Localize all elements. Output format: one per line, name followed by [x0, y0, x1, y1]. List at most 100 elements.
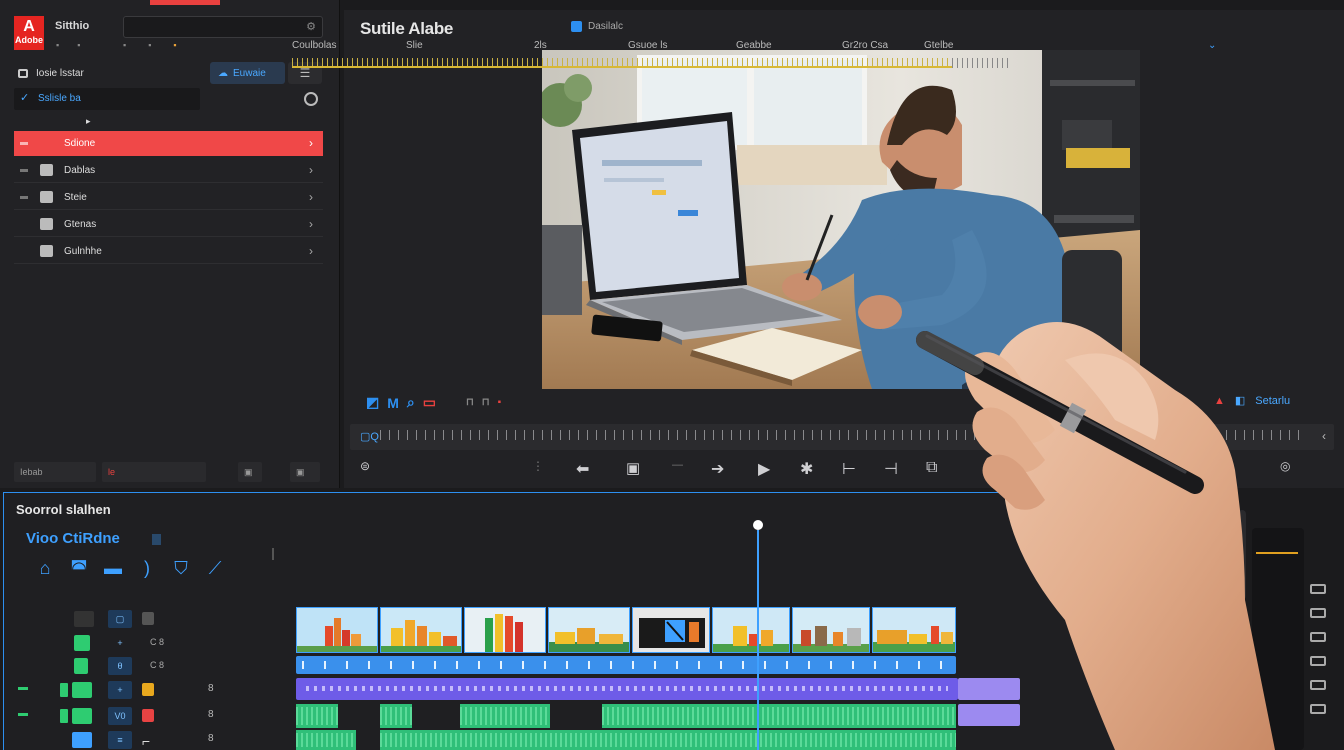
video-clip[interactable] [380, 607, 462, 653]
add-icon[interactable]: + [108, 634, 132, 652]
marker-icon[interactable]: ⊓ [466, 397, 474, 408]
playhead-handle[interactable] [753, 520, 763, 530]
marker-icon[interactable] [1310, 608, 1326, 618]
bracket-icon[interactable]: ⊓ [482, 397, 490, 408]
video-clip[interactable] [296, 607, 378, 653]
track-header-v2[interactable]: + C 8 [10, 633, 268, 653]
playhead[interactable] [757, 530, 759, 750]
settings-icon[interactable]: ⚙ [306, 20, 316, 33]
filter-icon[interactable]: ▪ [148, 40, 151, 50]
settings-icon[interactable] [1310, 680, 1326, 690]
timeline-scrollbar[interactable] [1238, 510, 1246, 600]
flag-icon[interactable]: ▪ [498, 397, 502, 408]
sidebar-item-3[interactable]: Gtenas › [14, 212, 323, 237]
monitor-scrubber[interactable]: ▢Q ‹ [350, 424, 1334, 450]
step-forward-icon[interactable]: ➔ [711, 459, 724, 479]
track-color-icon[interactable] [142, 683, 154, 696]
export-frame-icon[interactable]: ▣ [626, 459, 640, 477]
track-color-icon[interactable] [142, 709, 154, 722]
title-clip[interactable] [296, 678, 958, 700]
volume-icon[interactable]: + [108, 681, 132, 699]
mark-in-icon[interactable]: ⋮ [532, 459, 544, 473]
track-header-a3[interactable]: ≡ ⌐ 8 [10, 730, 268, 750]
chevron-down-icon[interactable]: ⌄ [1208, 40, 1216, 51]
audio-clip[interactable] [296, 730, 356, 750]
sidebar-item-0[interactable]: Sdione › [14, 131, 323, 156]
eye-icon[interactable]: θ [108, 657, 132, 675]
filter-dropdown[interactable]: ✓ Sslisle ba [14, 88, 200, 110]
link-icon[interactable] [1310, 656, 1326, 666]
clock-icon[interactable] [304, 92, 318, 106]
video-icon[interactable]: ◩ [366, 394, 379, 411]
track-lock-icon[interactable]: ▢ [108, 610, 132, 628]
settings-icon[interactable]: ⊜ [360, 459, 370, 473]
record-toggle[interactable] [72, 682, 92, 698]
mute-icon[interactable] [18, 687, 28, 690]
hd-icon[interactable]: M [387, 395, 399, 411]
wifi-icon[interactable]: ⟋ [204, 558, 226, 579]
lift-icon[interactable]: ⧉ [926, 459, 937, 477]
play-icon[interactable]: ▶ [758, 459, 770, 479]
minus-icon[interactable]: — [672, 459, 683, 471]
folder-icon[interactable]: ▬ [102, 558, 124, 579]
title-clip-end[interactable] [958, 704, 1020, 726]
track-visibility-icon[interactable] [142, 612, 154, 625]
video-clip[interactable] [548, 607, 630, 653]
mic-icon[interactable]: ⌕ [407, 394, 415, 411]
shield-icon[interactable]: ⛉ [170, 558, 192, 579]
track-header-v1[interactable]: θ C 8 [10, 656, 268, 676]
video-clip-bar[interactable] [296, 656, 956, 674]
record-toggle[interactable] [72, 708, 92, 724]
track-toggle[interactable] [74, 611, 94, 627]
flag-icon[interactable]: ▪ [173, 40, 176, 50]
mute-icon[interactable] [18, 713, 28, 716]
camera-icon[interactable]: ◎ [1280, 459, 1290, 473]
blue-action-button[interactable]: ☁ Euwaie [210, 62, 285, 84]
solo-icon[interactable] [60, 709, 68, 723]
track-toggle[interactable] [74, 635, 90, 651]
search-input[interactable]: ⚙ [123, 16, 323, 38]
audio-clip[interactable] [380, 704, 412, 728]
list-icon[interactable]: ▪ [123, 40, 126, 50]
list-icon[interactable]: ≡ [108, 731, 132, 749]
track-toggle[interactable] [74, 658, 88, 674]
audio-clip[interactable] [296, 704, 338, 728]
sidebar-item-2[interactable]: Steie › [14, 185, 323, 210]
track-header-v3[interactable]: ▢ [10, 609, 268, 629]
video-clip[interactable] [712, 607, 790, 653]
voice-icon[interactable]: V0 [108, 707, 132, 725]
audio-clip[interactable] [602, 704, 956, 728]
footer-field-left[interactable]: Iebab [14, 462, 96, 482]
audio-icon[interactable]: ) [136, 558, 158, 579]
fast-forward-icon[interactable]: ✱ [800, 459, 813, 479]
more-icon[interactable] [1310, 704, 1326, 714]
mic-icon[interactable]: ⌐ [142, 733, 154, 749]
footer-icon-a[interactable]: ▣ [238, 462, 262, 482]
overwrite-icon[interactable]: ⊣ [884, 459, 898, 479]
monitor-tools-right-label[interactable]: Setarlu [1255, 395, 1290, 407]
title-clip-end[interactable] [958, 678, 1020, 700]
alert-icon[interactable]: ▲ [1214, 395, 1225, 407]
video-preview[interactable] [542, 50, 1140, 389]
folder-icon[interactable]: ▪ [56, 40, 59, 50]
grid-icon[interactable]: ▪ [77, 40, 80, 50]
insert-icon[interactable]: ⊢ [842, 459, 856, 479]
home-icon[interactable]: ⌂ [34, 558, 56, 579]
video-clip[interactable] [632, 607, 710, 653]
footer-field-mid[interactable]: le [102, 462, 206, 482]
video-clip[interactable] [872, 607, 956, 653]
footer-icon-b[interactable]: ▣ [290, 462, 320, 482]
track-header-a1[interactable]: + 8 [10, 680, 268, 700]
solo-icon[interactable] [60, 683, 68, 697]
snap-icon[interactable] [1310, 632, 1326, 642]
chevron-left-icon[interactable]: ‹ [1322, 429, 1326, 443]
sidebar-item-1[interactable]: Dablas › [14, 158, 323, 183]
export-icon[interactable]: ◧ [1235, 394, 1245, 407]
video-clip[interactable] [464, 607, 546, 653]
sidebar-item-4[interactable]: Gulnhhe › [14, 239, 323, 264]
lock-icon[interactable] [152, 534, 161, 545]
audio-clip[interactable] [460, 704, 550, 728]
track-header-a2[interactable]: V0 8 [10, 706, 268, 726]
camera-icon[interactable]: ◚ [68, 558, 90, 579]
video-clip[interactable] [792, 607, 870, 653]
